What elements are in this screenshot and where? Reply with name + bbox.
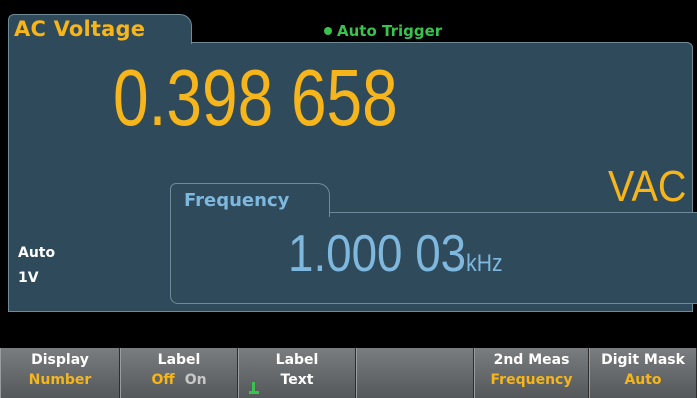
primary-reading: 0.398 658 — [113, 53, 398, 142]
softkey-label: Display — [31, 352, 89, 368]
softkey-bar: Display Number Label Off On Label Text 2n… — [0, 348, 697, 398]
secondary-unit: kHz — [466, 250, 503, 277]
toggle-on-option: On — [184, 372, 207, 388]
softkey-label: 2nd Meas — [493, 352, 570, 368]
softkey-digit-mask[interactable]: Digit Mask Auto — [589, 348, 697, 398]
secondary-reading: 1.000 03kHz — [288, 224, 503, 294]
trigger-status-label: Auto Trigger — [337, 22, 443, 40]
function-title: AC Voltage — [14, 17, 146, 41]
primary-unit: VAC — [608, 162, 687, 211]
toggle-off-option: Off — [151, 372, 175, 388]
softkey-2nd-meas[interactable]: 2nd Meas Frequency — [474, 348, 589, 398]
tab-joint — [171, 211, 329, 215]
softkey-label: Label — [275, 352, 319, 368]
secondary-title: Frequency — [184, 190, 290, 211]
softkey-label: Digit Mask — [601, 352, 685, 368]
softkey-label: Label — [157, 352, 201, 368]
range-value: 1V — [18, 270, 39, 286]
softkey-label-toggle[interactable]: Label Off On — [120, 348, 238, 398]
multimeter-screen: AC Voltage Auto Trigger 0.398 658 VAC Au… — [0, 0, 697, 398]
range-mode: Auto — [18, 245, 56, 261]
status-dot-icon — [324, 27, 332, 35]
softkey-display[interactable]: Display Number — [0, 348, 120, 398]
softkey-value: Number — [28, 372, 92, 388]
softkey-blank[interactable] — [356, 348, 474, 398]
softkey-value: Auto — [624, 372, 662, 388]
softkey-value: Frequency — [490, 372, 573, 388]
softkey-value: Text — [280, 372, 314, 388]
trigger-status: Auto Trigger — [324, 22, 442, 40]
softkey-label-text[interactable]: Label Text — [238, 348, 356, 398]
softkey-toggle: Off On — [121, 372, 237, 388]
secondary-value: 1.000 03 — [288, 225, 467, 283]
